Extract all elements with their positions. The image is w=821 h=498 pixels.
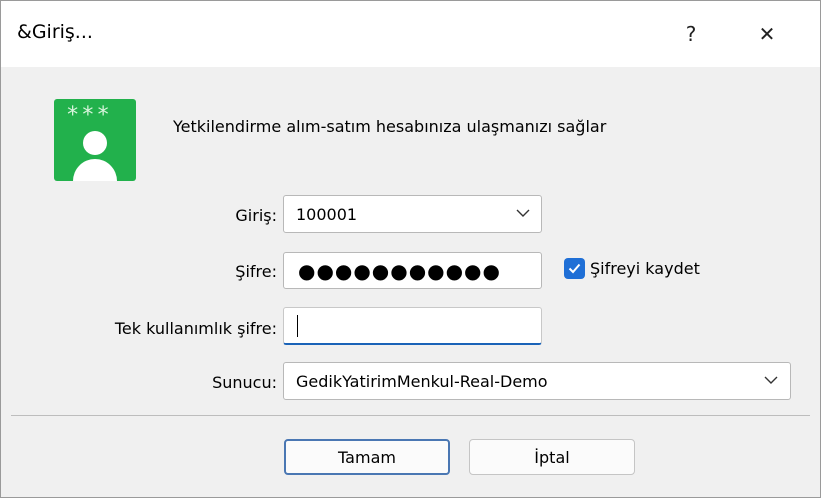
server-label: Sunucu: xyxy=(212,373,277,392)
close-button[interactable]: ✕ xyxy=(739,11,795,57)
user-credentials-icon: *** xyxy=(54,99,136,181)
help-icon: ? xyxy=(685,22,697,46)
login-label: Giriş: xyxy=(235,206,277,225)
title-bar: &Giriş... ? ✕ xyxy=(1,1,820,67)
password-masked-value: ●●●●●●●●●●● xyxy=(298,259,501,283)
server-value: GedikYatirimMenkul-Real-Demo xyxy=(296,372,548,391)
ok-button[interactable]: Tamam xyxy=(284,439,450,475)
login-dialog: &Giriş... ? ✕ *** Yetkilendirme alım-sat… xyxy=(0,0,821,498)
server-combobox[interactable]: GedikYatirimMenkul-Real-Demo xyxy=(283,362,791,400)
save-password-label[interactable]: Şifreyi kaydet xyxy=(590,259,700,278)
chevron-down-icon[interactable] xyxy=(760,369,782,391)
help-button[interactable]: ? xyxy=(663,11,719,57)
save-password-checkbox[interactable] xyxy=(564,258,585,279)
password-input[interactable]: ●●●●●●●●●●● xyxy=(283,252,542,289)
icon-head-shape xyxy=(83,131,107,155)
otp-label: Tek kullanımlık şifre: xyxy=(114,319,277,338)
checkmark-icon xyxy=(568,263,581,274)
icon-shoulders-shape xyxy=(73,159,117,181)
divider xyxy=(11,415,810,416)
cancel-button[interactable]: İptal xyxy=(469,439,635,475)
icon-stars: *** xyxy=(66,103,112,128)
dialog-description: Yetkilendirme alım-satım hesabınıza ulaş… xyxy=(173,117,607,136)
login-combobox[interactable]: 100001 xyxy=(283,195,542,233)
chevron-down-icon[interactable] xyxy=(512,202,534,224)
login-value: 100001 xyxy=(296,205,358,224)
otp-input[interactable] xyxy=(283,307,542,345)
password-label: Şifre: xyxy=(235,262,277,281)
text-caret xyxy=(297,315,298,337)
window-title: &Giriş... xyxy=(17,21,93,43)
close-icon: ✕ xyxy=(758,22,776,46)
